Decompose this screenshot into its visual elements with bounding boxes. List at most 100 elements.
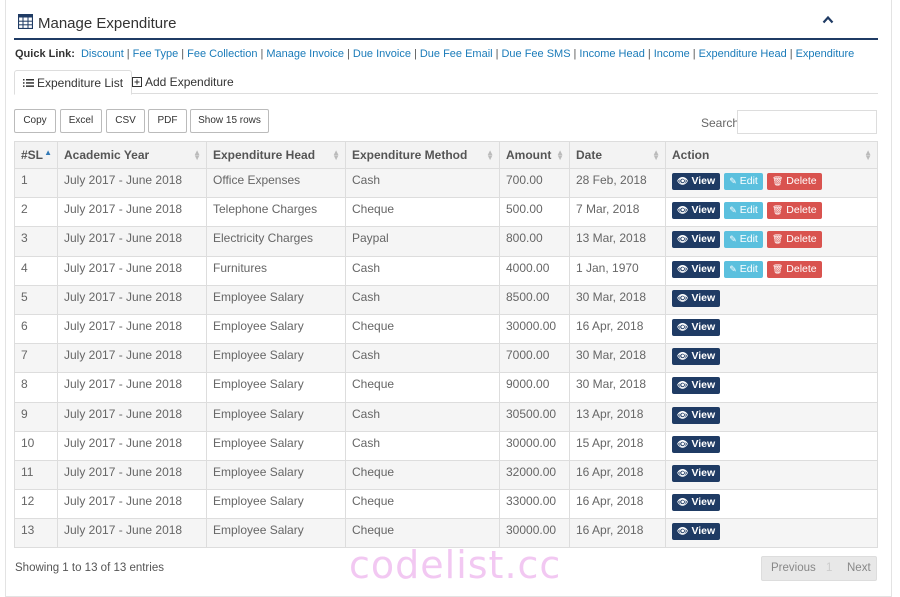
search-input[interactable] [737, 110, 877, 134]
cell-date: 15 Apr, 2018 [569, 430, 666, 461]
delete-button[interactable]: 🗑 Delete [766, 231, 822, 249]
quick-link[interactable]: Manage Invoice [266, 48, 344, 60]
view-button[interactable]: 👁 View [672, 202, 721, 220]
copy-button[interactable]: Copy [14, 109, 56, 133]
excel-button[interactable]: Excel [60, 109, 102, 133]
cell-action: 👁 View [665, 459, 878, 491]
tab-bar: Expenditure List Add Expenditure [14, 70, 878, 95]
page-length-button[interactable]: Show 15 rows [190, 109, 269, 133]
edit-button[interactable]: ✎ Edit [724, 202, 763, 220]
quick-link[interactable]: Due Fee SMS [501, 48, 570, 60]
panel-header: Manage Expenditure [14, 8, 878, 40]
view-button-label: View [691, 525, 716, 538]
cell-expenditure-head: Office Expenses [206, 167, 346, 199]
edit-button-label: Edit [739, 233, 758, 246]
eye-icon: 👁 [677, 497, 689, 508]
view-button[interactable]: 👁 View [672, 406, 721, 424]
column-header-expenditure-head[interactable]: Expenditure Head ▲ ▼ [206, 141, 346, 169]
view-button[interactable]: 👁 View [672, 173, 721, 190]
cell-date: 16 Apr, 2018 [569, 459, 666, 491]
cell-expenditure-head: Employee Salary [206, 430, 346, 461]
eye-icon: 👁 [677, 321, 689, 332]
cell-academic-year: July 2017 - June 2018 [57, 343, 207, 374]
cell-action: 👁 View [665, 343, 878, 374]
view-button[interactable]: 👁 View [672, 494, 721, 512]
cell-academic-year: July 2017 - June 2018 [57, 226, 207, 257]
quick-link[interactable]: Due Fee Email [420, 48, 493, 60]
table-row: 5 July 2017 - June 2018 Employee Salary Cas… [14, 284, 878, 315]
cell-action: 👁 View ✎ Edit 🗑 Delete [665, 226, 878, 257]
quick-link[interactable]: Discount [81, 48, 124, 60]
view-button[interactable]: 👁 View [672, 464, 721, 482]
column-header-sl[interactable]: #SL ▲ [14, 141, 58, 169]
cell-expenditure-method: Cash [345, 401, 500, 432]
delete-button[interactable]: 🗑 Delete [766, 260, 822, 278]
cell-expenditure-method: Cash [345, 430, 500, 461]
cell-sl: 10 [14, 430, 58, 461]
quick-link[interactable]: Expenditure [796, 48, 855, 60]
sort-icon: ▲ ▼ [332, 148, 340, 162]
view-button[interactable]: 👁 View [672, 231, 721, 249]
watermark: codelist.cc [349, 543, 562, 587]
cell-amount: 9000.00 [499, 372, 570, 403]
edit-button[interactable]: ✎ Edit [724, 231, 763, 249]
cell-expenditure-method: Paypal [345, 226, 500, 257]
edit-icon: ✎ [729, 263, 737, 274]
table-row: 1 July 2017 - June 2018 Office Expenses Cas… [14, 167, 878, 199]
cell-amount: 30000.00 [499, 313, 570, 345]
view-button[interactable]: 👁 View [672, 435, 721, 453]
cell-sl: 2 [14, 197, 58, 228]
expenditure-table: #SL ▲ Academic Year ▲ ▼ Expenditure Head ▲ ▼ … [14, 141, 878, 549]
column-header-action[interactable]: Action ▲ ▼ [665, 141, 878, 169]
edit-button[interactable]: ✎ Edit [724, 260, 763, 278]
quick-link[interactable]: Income Head [579, 48, 644, 60]
sort-icon: ▲ ▼ [193, 148, 201, 162]
page-number-button[interactable]: 1 [826, 562, 832, 574]
view-button-label: View [691, 379, 716, 392]
view-button[interactable]: 👁 View [672, 523, 721, 541]
view-button[interactable]: 👁 View [672, 377, 721, 395]
edit-button[interactable]: ✎ Edit [724, 173, 763, 190]
cell-sl: 12 [14, 489, 58, 520]
column-header-expenditure-method[interactable]: Expenditure Method ▲ ▼ [345, 141, 500, 169]
cell-date: 16 Apr, 2018 [569, 313, 666, 345]
cell-academic-year: July 2017 - June 2018 [57, 255, 207, 286]
table-icon [18, 14, 33, 29]
tab-add-expenditure[interactable]: Add Expenditure [124, 70, 242, 94]
view-button[interactable]: 👁 View [672, 348, 721, 366]
cell-date: 28 Feb, 2018 [569, 167, 666, 199]
previous-button[interactable]: Previous [771, 562, 816, 574]
link-separator: | [647, 48, 651, 60]
view-button[interactable]: 👁 View [672, 260, 721, 278]
cell-action: 👁 View [665, 284, 878, 315]
delete-button[interactable]: 🗑 Delete [766, 202, 822, 220]
table-row: 12 July 2017 - June 2018 Employee Salary Ch… [14, 489, 878, 520]
quick-link[interactable]: Expenditure Head [699, 48, 787, 60]
cell-expenditure-method: Cash [345, 343, 500, 374]
list-icon [23, 79, 34, 87]
cell-sl: 5 [14, 284, 58, 315]
tab-expenditure-list[interactable]: Expenditure List [14, 70, 133, 95]
quick-link[interactable]: Income [654, 48, 690, 60]
quick-link[interactable]: Due Invoice [353, 48, 411, 60]
column-header-date[interactable]: Date ▲ ▼ [569, 141, 666, 169]
next-button[interactable]: Next [847, 562, 871, 574]
csv-button[interactable]: CSV [106, 109, 145, 133]
pdf-button[interactable]: PDF [148, 109, 187, 133]
view-button-label: View [691, 233, 716, 246]
quick-link[interactable]: Fee Collection [187, 48, 257, 60]
quick-link[interactable]: Fee Type [133, 48, 179, 60]
view-button[interactable]: 👁 View [672, 289, 721, 307]
sort-icon: ▲ ▼ [486, 148, 494, 162]
delete-button-label: Delete [786, 204, 817, 217]
view-button[interactable]: 👁 View [672, 318, 721, 336]
cell-sl: 6 [14, 313, 58, 345]
chevron-up-icon[interactable] [822, 14, 834, 26]
delete-button[interactable]: 🗑 Delete [766, 173, 822, 190]
page-title: Manage Expenditure [38, 15, 177, 32]
cell-expenditure-method: Cash [345, 255, 500, 286]
view-button-label: View [691, 350, 716, 363]
eye-icon: 👁 [677, 351, 689, 362]
column-header-amount[interactable]: Amount ▲ ▼ [499, 141, 570, 169]
column-header-academic-year[interactable]: Academic Year ▲ ▼ [57, 141, 207, 169]
